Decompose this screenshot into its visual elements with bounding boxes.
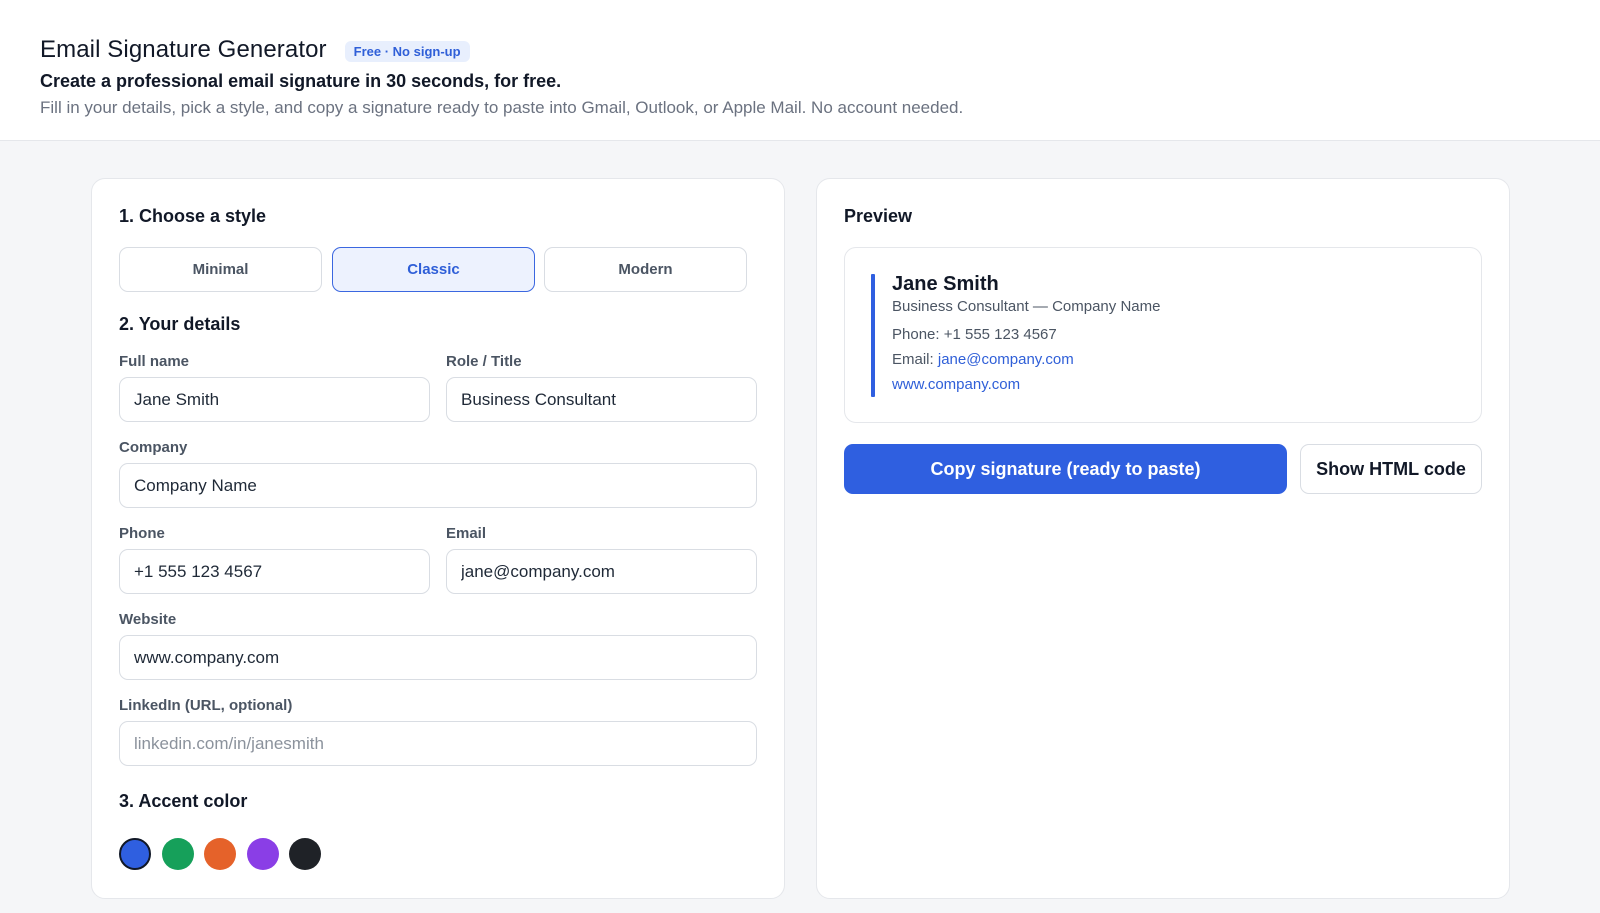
linkedin-input[interactable] (119, 721, 757, 766)
signature-phone-value: +1 555 123 4567 (943, 326, 1057, 343)
signature-email-label: Email: (892, 351, 934, 368)
accent-swatch-orange[interactable] (204, 838, 236, 870)
signature-email-link[interactable]: jane@company.com (938, 351, 1074, 368)
page-description: Fill in your details, pick a style, and … (40, 98, 964, 117)
style-classic-button[interactable]: Classic (332, 247, 535, 292)
signature-email: Email: jane@company.com (892, 351, 1074, 368)
style-minimal-button[interactable]: Minimal (119, 247, 322, 292)
copy-signature-button[interactable]: Copy signature (ready to paste) (844, 444, 1287, 494)
role-label: Role / Title (446, 353, 522, 370)
signature-accent-bar (871, 274, 875, 397)
preview-card: Preview Jane Smith Business Consultant —… (816, 178, 1510, 899)
preview-title: Preview (844, 206, 913, 226)
details-section-title: 2. Your details (119, 314, 241, 334)
signature-phone: Phone: +1 555 123 4567 (892, 326, 1057, 343)
style-modern-button[interactable]: Modern (544, 247, 747, 292)
phone-label: Phone (119, 525, 165, 542)
email-input[interactable] (446, 549, 757, 594)
signature-name: Jane Smith (892, 273, 999, 295)
signature-phone-label: Phone: (892, 326, 940, 343)
signature-role-company: Business Consultant — Company Name (892, 298, 1161, 315)
page-title: Email Signature Generator (40, 36, 327, 63)
signature-preview: Jane Smith Business Consultant — Company… (844, 247, 1482, 423)
linkedin-label: LinkedIn (URL, optional) (119, 697, 293, 714)
show-html-code-button[interactable]: Show HTML code (1300, 444, 1482, 494)
style-section-title: 1. Choose a style (119, 206, 267, 226)
full-name-label: Full name (119, 353, 190, 370)
accent-section-title: 3. Accent color (119, 791, 248, 811)
company-input[interactable] (119, 463, 757, 508)
role-input[interactable] (446, 377, 757, 422)
signature-website-link[interactable]: www.company.com (892, 376, 1020, 393)
tagline: Create a professional email signature in… (40, 71, 562, 91)
page-header: Email Signature Generator Free · No sign… (0, 0, 1600, 141)
accent-swatch-purple[interactable] (247, 838, 279, 870)
email-label: Email (446, 525, 487, 542)
website-label: Website (119, 611, 177, 628)
full-name-input[interactable] (119, 377, 430, 422)
free-badge: Free · No sign-up (344, 41, 470, 62)
phone-input[interactable] (119, 549, 430, 594)
company-label: Company (119, 439, 188, 456)
signature-website: www.company.com (892, 376, 1020, 393)
accent-swatch-green[interactable] (162, 838, 194, 870)
accent-swatch-blue[interactable] (119, 838, 151, 870)
website-input[interactable] (119, 635, 757, 680)
accent-swatch-black[interactable] (289, 838, 321, 870)
title-row: Email Signature Generator Free · No sign… (40, 35, 1600, 65)
form-card: 1. Choose a style Minimal Classic Modern… (91, 178, 785, 899)
